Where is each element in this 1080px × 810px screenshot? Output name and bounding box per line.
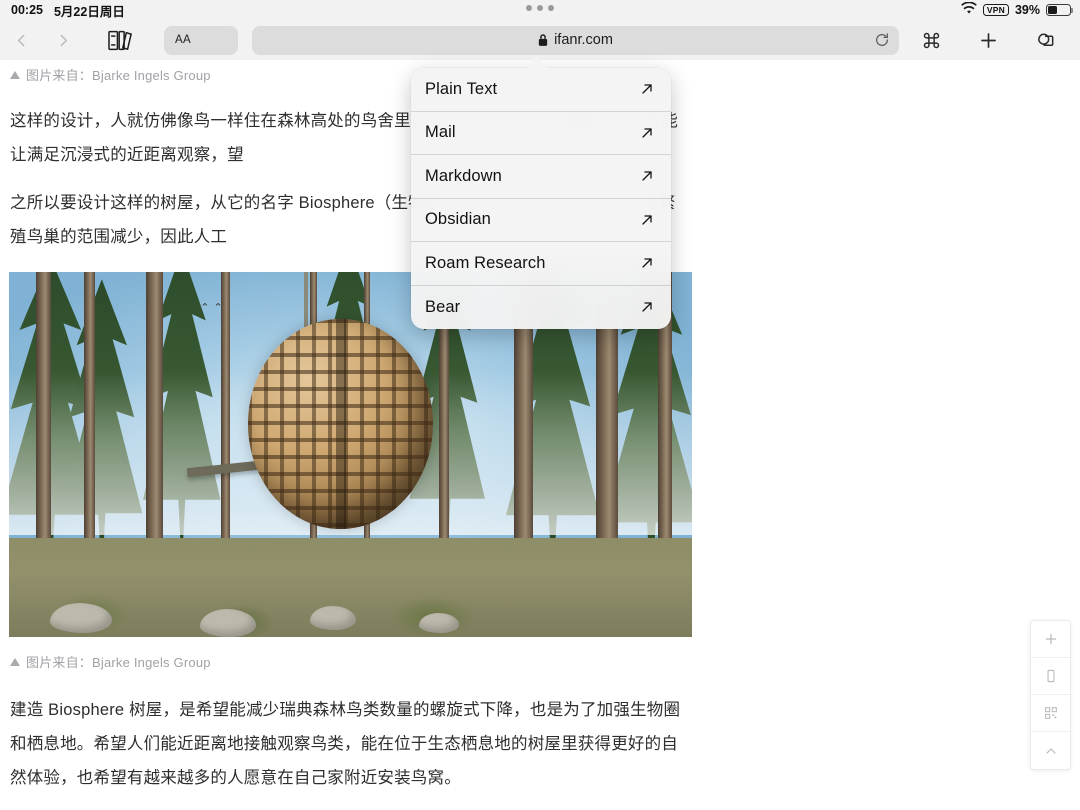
new-tab-button[interactable] — [973, 25, 1003, 55]
menu-item-plain-text[interactable]: Plain Text — [411, 68, 671, 112]
toolbar-right-actions — [916, 25, 1080, 55]
menu-item-label: Obsidian — [425, 210, 491, 229]
triangle-marker-icon — [10, 70, 20, 79]
menu-item-label: Plain Text — [425, 79, 498, 98]
arrow-up-right-icon — [637, 123, 657, 143]
books-sidebar-icon[interactable] — [98, 20, 142, 60]
menu-item-bear[interactable]: Bear — [411, 286, 671, 330]
menu-item-label: Bear — [425, 297, 461, 316]
article-paragraph-3: 建造 Biosphere 树屋，是希望能减少瑞典森林鸟类数量的螺旋式下降，也是为… — [10, 701, 681, 787]
menu-item-mail[interactable]: Mail — [411, 112, 671, 155]
tabs-overview-button[interactable] — [1030, 25, 1060, 55]
forward-button[interactable] — [42, 20, 84, 60]
multitasking-dot — [548, 5, 554, 11]
menu-item-roam-research[interactable]: Roam Research — [411, 242, 671, 286]
text-size-label: AA — [175, 34, 191, 46]
share-menu: Plain Text Mail Markdown Obsidian Roam R… — [411, 68, 671, 329]
menu-item-label: Mail — [425, 123, 456, 142]
share-menu-caret — [526, 56, 548, 69]
rock — [49, 603, 112, 634]
address-bar[interactable]: ifanr.com — [252, 25, 899, 55]
multitasking-dot — [537, 5, 543, 11]
menu-item-markdown[interactable]: Markdown — [411, 155, 671, 199]
triangle-marker-icon — [10, 657, 20, 666]
menu-item-label: Markdown — [425, 166, 502, 185]
multitasking-dot — [526, 5, 532, 11]
command-icon[interactable] — [916, 25, 946, 55]
ipad-safari-screen: 00:25 5月22日周日 VPN 39% AA ifanr.com 图片来自：… — [0, 0, 1080, 810]
floating-side-toolbar — [1030, 620, 1071, 770]
arrow-up-right-icon — [637, 253, 657, 273]
status-bar: 00:25 5月22日周日 VPN 39% — [0, 0, 1080, 20]
rock — [200, 609, 257, 637]
battery-icon — [1046, 4, 1074, 16]
birds: ⌃⌃ — [200, 302, 227, 315]
arrow-up-right-icon — [637, 79, 657, 99]
back-button[interactable] — [0, 20, 42, 60]
lock-icon — [538, 33, 548, 47]
arrow-up-right-icon — [637, 210, 657, 230]
rock — [309, 605, 356, 630]
image-caption-bottom: 图片来自：Bjarke Ingels Group — [0, 652, 700, 671]
spherical-birdhouse — [248, 319, 434, 530]
rock — [418, 613, 459, 634]
scroll-to-top-button[interactable] — [1031, 732, 1070, 769]
address-bar-content: ifanr.com — [252, 32, 899, 48]
menu-item-label: Roam Research — [425, 253, 546, 272]
text-size-button[interactable]: AA — [164, 25, 238, 55]
arrow-up-right-icon — [637, 297, 657, 317]
browser-toolbar: AA ifanr.com — [0, 20, 1080, 60]
multitasking-dots[interactable] — [0, 5, 1080, 11]
qr-code-icon[interactable] — [1031, 695, 1070, 732]
caption-text: 图片来自：Bjarke Ingels Group — [26, 655, 211, 670]
menu-item-obsidian[interactable]: Obsidian — [411, 199, 671, 242]
mobile-phone-icon[interactable] — [1031, 658, 1070, 695]
address-bar-url: ifanr.com — [554, 32, 613, 48]
side-tool-add-button[interactable] — [1031, 621, 1070, 658]
arrow-up-right-icon — [637, 166, 657, 186]
caption-text: 图片来自：Bjarke Ingels Group — [26, 68, 211, 83]
reload-icon[interactable] — [874, 26, 890, 55]
